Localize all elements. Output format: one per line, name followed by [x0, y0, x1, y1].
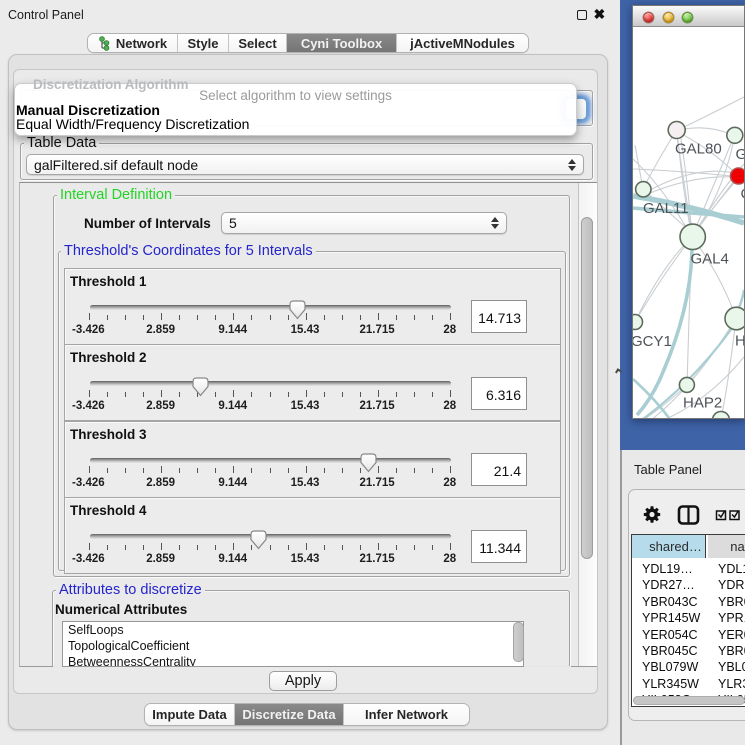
svg-text:H: H — [735, 333, 744, 350]
svg-text:GCY1: GCY1 — [633, 333, 672, 350]
svg-text:HAP2: HAP2 — [683, 395, 722, 412]
svg-text:GAL4: GAL4 — [691, 251, 729, 268]
svg-text:C: C — [741, 186, 745, 203]
svg-text:GA: GA — [736, 146, 745, 163]
svg-text:GAL80: GAL80 — [675, 141, 722, 158]
svg-text:GAL11: GAL11 — [643, 200, 689, 217]
